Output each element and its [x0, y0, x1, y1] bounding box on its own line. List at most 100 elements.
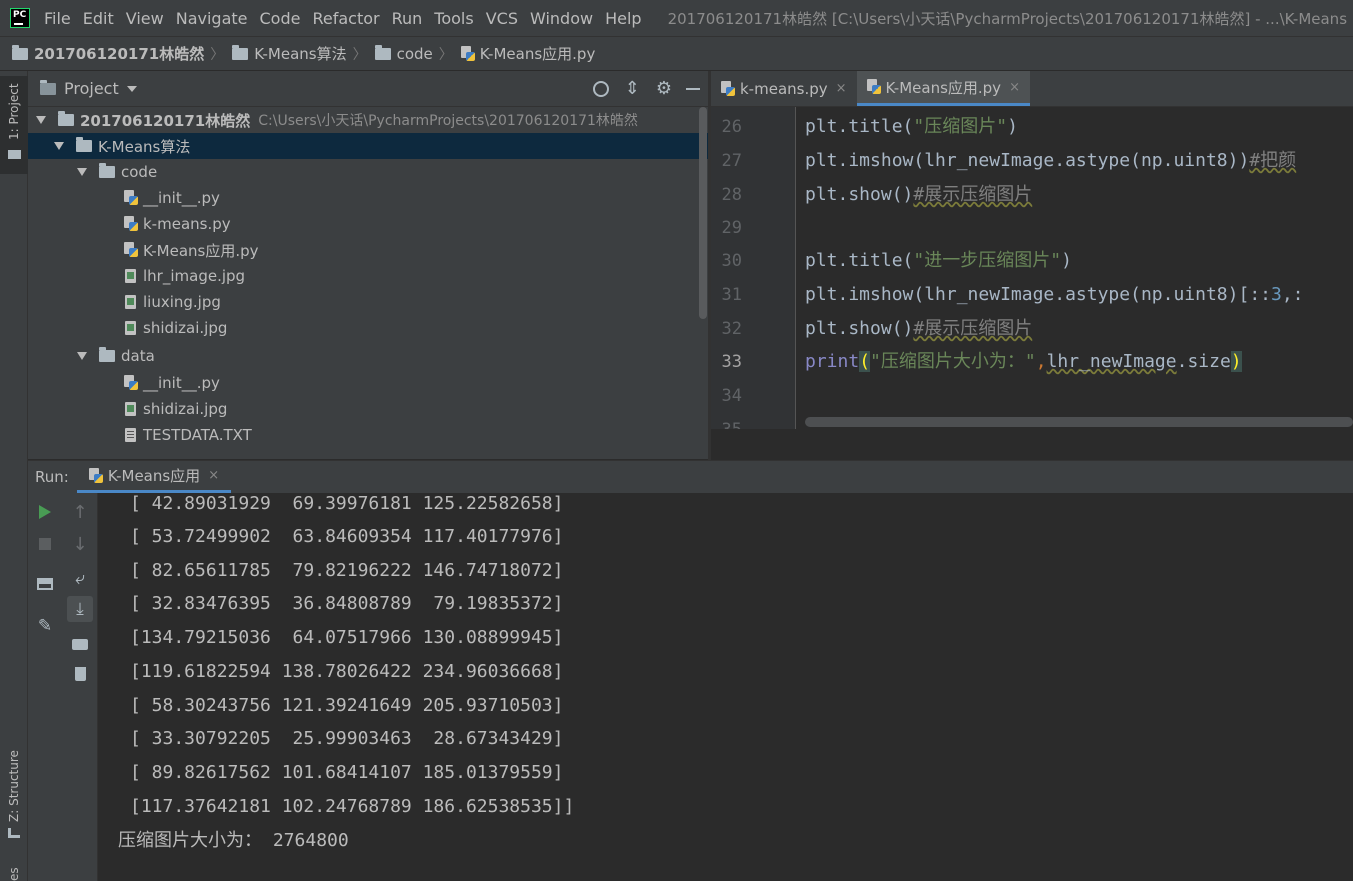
code-line: plt.title("压缩图片"): [805, 116, 1018, 137]
code-line: plt.imshow(lhr_newImage.astype(np.uint8)…: [805, 284, 1304, 305]
line-number: 28: [721, 185, 742, 205]
minimize-icon[interactable]: [686, 87, 700, 90]
menu-window[interactable]: Window: [530, 9, 593, 28]
menu-refactor[interactable]: Refactor: [312, 9, 379, 28]
chevron-right-icon: 〉: [438, 46, 453, 63]
menu-edit[interactable]: Edit: [83, 9, 114, 28]
breadcrumb-item-file[interactable]: K-Means应用.py: [460, 43, 595, 64]
run-tab[interactable]: K-Means应用 ×: [76, 461, 232, 493]
tree-item-project-root[interactable]: 201706120171林皓然 C:\Users\小天话\PycharmProj…: [28, 107, 708, 133]
tree-item-data[interactable]: data: [28, 343, 708, 369]
tree-item-file[interactable]: __init__.py: [28, 185, 708, 211]
run-toolbar-primary: ✎: [28, 493, 62, 881]
arrow-up-icon[interactable]: ↑: [67, 499, 93, 525]
menu-navigate[interactable]: Navigate: [176, 9, 248, 28]
console-line: [ 53.72499902 63.84609354 117.40177976]: [130, 526, 564, 547]
console-line: [119.61822594 138.78026422 234.96036668]: [130, 661, 564, 682]
project-panel-header: Project ⇕ ⚙: [28, 71, 708, 107]
line-number: 33: [721, 352, 742, 372]
gear-icon[interactable]: ⚙: [656, 78, 672, 99]
breadcrumb-item-project[interactable]: 201706120171林皓然 〉: [12, 43, 232, 64]
expand-arrow-icon[interactable]: [36, 116, 46, 124]
editor-horizontal-scrollbar[interactable]: [805, 417, 1353, 427]
arrow-down-icon[interactable]: ↓: [67, 531, 93, 557]
locate-target-icon[interactable]: [592, 80, 609, 97]
folder-icon: [232, 44, 249, 60]
expand-arrow-icon[interactable]: [54, 142, 64, 150]
tree-item-file[interactable]: TESTDATA.TXT: [28, 422, 708, 448]
chevron-down-icon[interactable]: [126, 85, 137, 92]
soft-wrap-icon[interactable]: ⤶: [67, 565, 93, 591]
structure-tool-button[interactable]: Z: Structure: [0, 740, 28, 840]
tree-item-file[interactable]: shidizai.jpg: [28, 315, 708, 341]
expand-arrow-icon[interactable]: [77, 352, 87, 360]
image-file-icon: [125, 402, 136, 416]
project-view-icon: [40, 79, 56, 95]
code-line: plt.title("进一步压缩图片"): [805, 250, 1072, 271]
line-number: 30: [721, 251, 742, 271]
run-console-output[interactable]: [ 42.89031929 69.39976181 125.22582658] …: [98, 493, 1353, 881]
tab-k-means[interactable]: k-means.py ×: [711, 71, 857, 106]
menu-run[interactable]: Run: [392, 9, 423, 28]
folder-icon: [8, 150, 21, 159]
menu-file[interactable]: File: [44, 9, 71, 28]
close-icon[interactable]: ×: [836, 81, 847, 96]
tree-item-file[interactable]: K-Means应用.py: [28, 237, 708, 263]
expand-arrow-icon[interactable]: [77, 168, 87, 176]
tab-kmeans-app[interactable]: K-Means应用.py ×: [856, 71, 1030, 106]
folder-icon: [12, 44, 28, 60]
trash-icon[interactable]: [67, 661, 93, 687]
pin-icon[interactable]: ✎: [32, 613, 58, 639]
project-view-dropdown[interactable]: Project: [64, 79, 119, 98]
tree-item-file[interactable]: shidizai.jpg: [28, 396, 708, 422]
tree-item-file[interactable]: lhr_image.jpg: [28, 263, 708, 289]
tree-item-code[interactable]: code: [28, 159, 708, 185]
breadcrumb-item-code[interactable]: code 〉: [374, 44, 461, 64]
breadcrumb-item-kmeans[interactable]: K-Means算法 〉: [232, 43, 374, 64]
project-tree-scrollbar[interactable]: [699, 107, 707, 319]
print-icon[interactable]: [67, 631, 93, 657]
tree-item-file[interactable]: __init__.py: [28, 370, 708, 396]
run-toolbar-secondary: ↑ ↓ ⤶ ⤓: [62, 493, 98, 881]
favorites-tool-button[interactable]: es: [0, 862, 28, 881]
image-file-icon: [125, 295, 136, 309]
console-line: [ 42.89031929 69.39976181 125.22582658]: [130, 493, 564, 514]
code-editor[interactable]: plt.title("压缩图片") plt.imshow(lhr_newImag…: [797, 107, 1353, 429]
tree-item-kmeans[interactable]: K-Means算法: [28, 133, 708, 159]
folder-icon: [99, 163, 115, 178]
console-line: [ 58.30243756 121.39241649 205.93710503]: [130, 695, 564, 716]
project-tool-button[interactable]: 1: Project: [0, 76, 28, 174]
line-number: 26: [721, 117, 742, 137]
python-file-icon: [124, 375, 138, 391]
scroll-to-end-icon[interactable]: ⤓: [67, 596, 93, 622]
line-number: 34: [721, 386, 742, 406]
close-icon[interactable]: ×: [208, 468, 219, 483]
close-icon[interactable]: ×: [1009, 80, 1020, 95]
console-result-line: 压缩图片大小为： 2764800: [118, 830, 349, 851]
project-tree: 201706120171林皓然 C:\Users\小天话\PycharmProj…: [28, 107, 708, 459]
python-file-icon: [460, 45, 475, 62]
code-line-current: print("压缩图片大小为：",lhr_newImage.size): [805, 351, 1242, 372]
structure-icon: [8, 828, 20, 838]
image-file-icon: [125, 269, 136, 283]
menu-tools[interactable]: Tools: [434, 9, 473, 28]
python-run-icon: [88, 467, 103, 484]
rerun-play-icon[interactable]: [32, 499, 58, 525]
window-title: 201706120171林皓然 [C:\Users\小天话\PycharmPro…: [667, 9, 1348, 28]
menu-vcs[interactable]: VCS: [486, 9, 518, 28]
tree-item-file[interactable]: k-means.py: [28, 211, 708, 237]
python-file-icon: [721, 80, 735, 97]
collapse-all-icon[interactable]: ⇕: [625, 78, 640, 99]
menu-bar: PC File Edit View Navigate Code Refactor…: [0, 0, 1353, 36]
folder-icon: [76, 137, 92, 152]
stop-icon[interactable]: [32, 531, 58, 557]
menu-view[interactable]: View: [126, 9, 164, 28]
line-number: 32: [721, 319, 742, 339]
layout-icon[interactable]: [32, 571, 58, 597]
line-number-gutter: 26 27 28 29 30 31 32 33 34 35: [711, 107, 796, 429]
folder-icon: [99, 347, 115, 362]
menu-code[interactable]: Code: [260, 9, 301, 28]
menu-help[interactable]: Help: [605, 9, 641, 28]
tree-item-file[interactable]: liuxing.jpg: [28, 289, 708, 315]
image-file-icon: [125, 321, 136, 335]
